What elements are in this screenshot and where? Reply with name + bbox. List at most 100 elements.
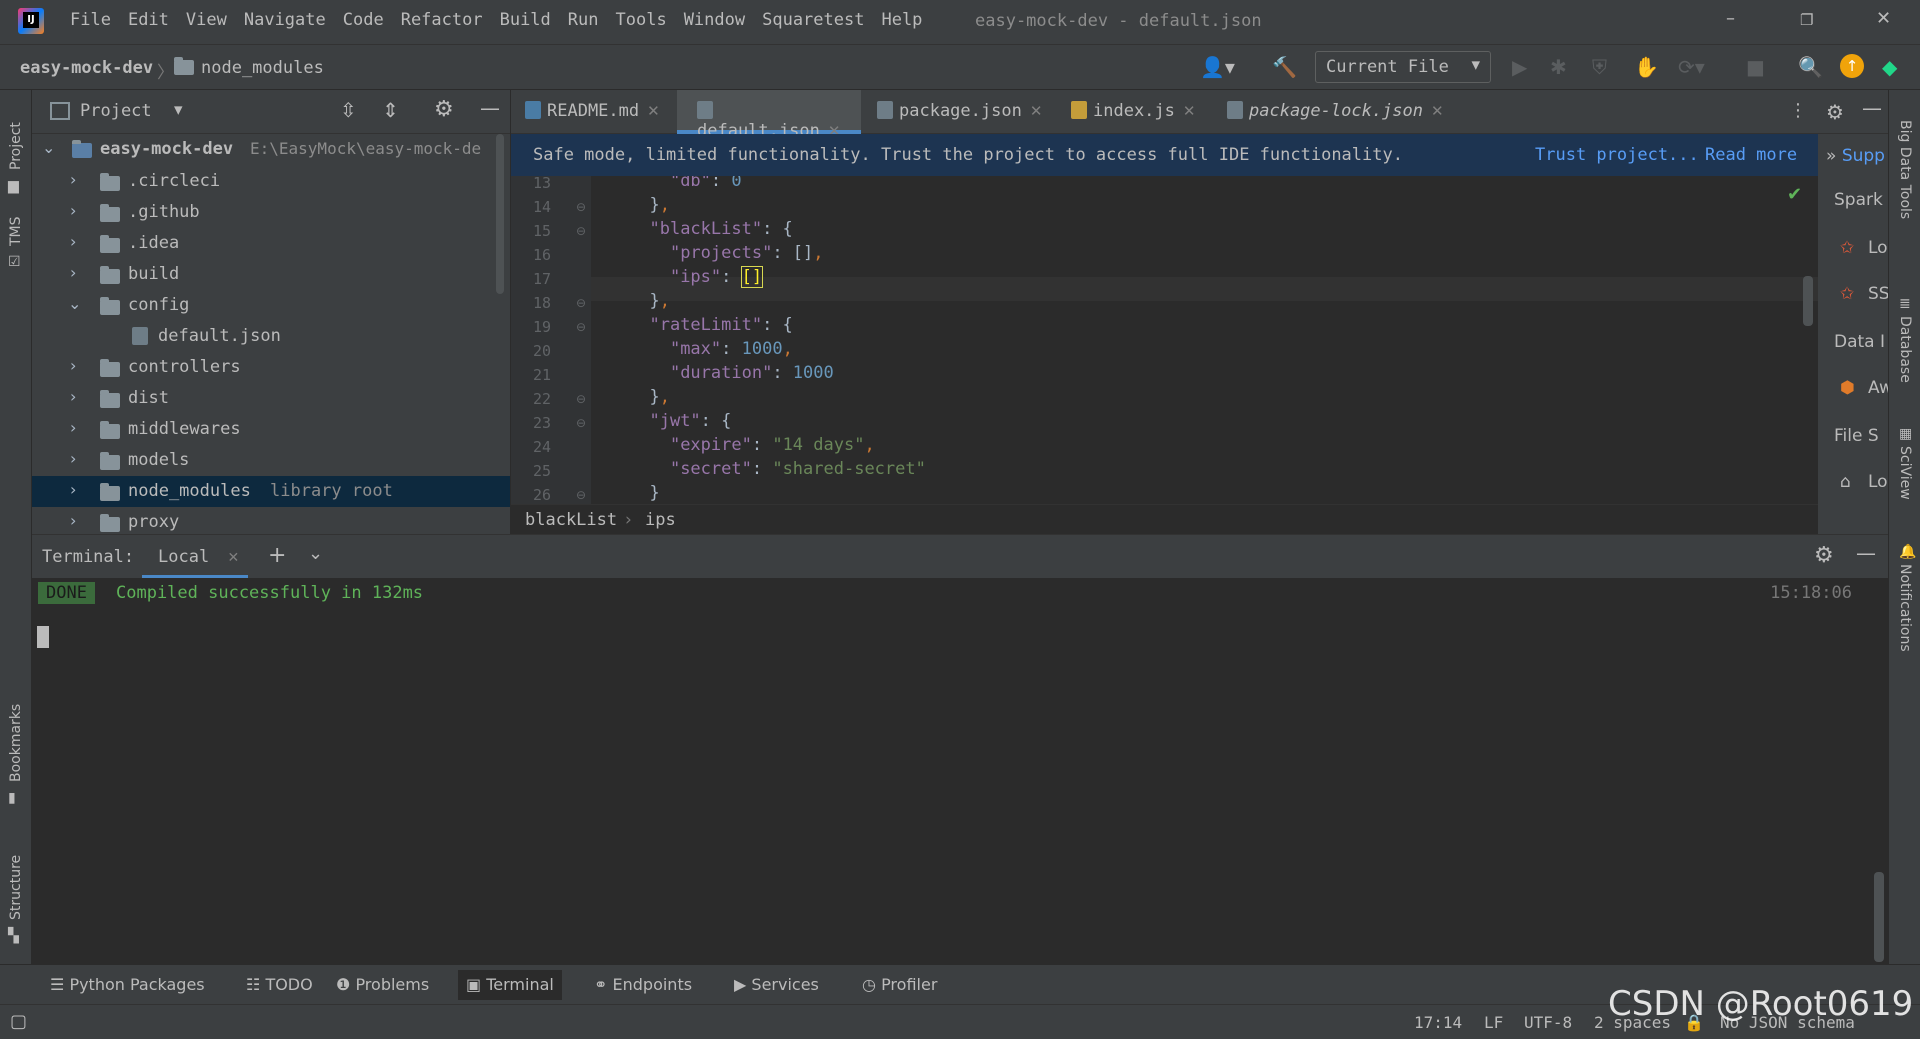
todo-tab[interactable]: ☷ TODO	[246, 975, 313, 994]
expand-all-icon[interactable]: ⇳	[340, 98, 357, 122]
breadcrumb-node-modules[interactable]: node_modules	[201, 58, 324, 78]
endpoints-tab[interactable]: ⚭ Endpoints	[594, 975, 692, 994]
project-scrollbar[interactable]	[496, 134, 504, 294]
coverage-icon[interactable]: ⛨	[1592, 55, 1607, 79]
code-line[interactable]: },	[629, 195, 670, 215]
code-line[interactable]: "rateLimit": {	[629, 315, 792, 335]
file-encoding[interactable]: UTF-8	[1524, 1013, 1572, 1032]
menu-file[interactable]: File	[70, 10, 111, 30]
update-icon[interactable]: ↑	[1840, 54, 1864, 78]
run-configuration-select[interactable]: Current File ▾	[1315, 51, 1491, 83]
build-hammer-icon[interactable]: 🔨	[1272, 55, 1297, 79]
gear-icon[interactable]: ⚙	[434, 97, 454, 122]
tree-item-selected[interactable]: › node_modules library root	[32, 476, 510, 507]
tab-package-json[interactable]: package.json ✕	[877, 90, 1061, 134]
chevron-right-icon[interactable]: ›	[70, 232, 76, 251]
problems-tab[interactable]: ❶ Problems	[336, 975, 429, 994]
code-line[interactable]: "duration": 1000	[629, 363, 834, 383]
breadcrumb-blacklist[interactable]: blackList	[525, 510, 617, 530]
stop-icon[interactable]: ■	[1746, 55, 1765, 79]
tms-tool-button[interactable]: TMS	[8, 216, 24, 246]
breadcrumb-ips[interactable]: ips	[645, 510, 676, 530]
terminal-tab-local[interactable]: Local ✕	[142, 535, 248, 579]
bdt-local-file[interactable]: Lo	[1868, 472, 1888, 492]
menu-build[interactable]: Build	[500, 10, 551, 30]
new-terminal-plus-icon[interactable]: +	[268, 543, 286, 568]
tree-item[interactable]: › models	[32, 445, 510, 476]
minimize-icon[interactable]: –	[1726, 8, 1735, 29]
no-problems-check-icon[interactable]: ✔	[1787, 184, 1802, 205]
fold-marker-icon[interactable]: ⊖	[576, 416, 590, 430]
chevron-right-icon[interactable]: ›	[70, 449, 76, 468]
close-tab-icon[interactable]: ✕	[1183, 102, 1196, 120]
chevron-right-icon[interactable]: ›	[70, 480, 76, 499]
bdt-ss[interactable]: SS	[1868, 284, 1888, 304]
chevron-down-icon[interactable]: ⌄	[308, 543, 323, 564]
tab-default-json[interactable]: default.json ✕	[677, 90, 861, 141]
fold-marker-icon[interactable]: ⊖	[576, 296, 590, 310]
menu-refactor[interactable]: Refactor	[401, 10, 483, 30]
close-tab-icon[interactable]: ✕	[647, 102, 660, 120]
code-line[interactable]: "ips": []	[629, 266, 764, 288]
close-icon[interactable]: ✕	[1876, 8, 1891, 29]
code-line[interactable]: "max": 1000,	[629, 339, 793, 359]
fold-marker-icon[interactable]: ⊖	[576, 392, 590, 406]
tree-item[interactable]: default.json	[32, 321, 510, 352]
code-line[interactable]: "expire": "14 days",	[629, 435, 875, 455]
structure-tool-button[interactable]: Structure	[8, 855, 24, 920]
code-line[interactable]: "jwt": {	[629, 411, 731, 431]
profiler-tab[interactable]: ◷ Profiler	[862, 975, 937, 994]
menu-window[interactable]: Window	[684, 10, 745, 30]
tree-item[interactable]: › .github	[32, 197, 510, 228]
code-line[interactable]: "db": 0	[629, 176, 742, 191]
chevron-right-icon[interactable]: ›	[70, 418, 76, 437]
close-tab-icon[interactable]: ✕	[1030, 102, 1043, 120]
fold-marker-icon[interactable]: ⊖	[576, 200, 590, 214]
read-more-link[interactable]: Read more	[1705, 145, 1797, 165]
menu-tools[interactable]: Tools	[616, 10, 667, 30]
chevron-down-icon[interactable]: ⌄	[42, 138, 55, 157]
terminal-tool-tab[interactable]: ▣ Terminal	[458, 970, 562, 1000]
intellij-logo-icon[interactable]	[18, 8, 44, 34]
menu-help[interactable]: Help	[881, 10, 922, 30]
hide-panel-icon[interactable]: —	[1856, 541, 1876, 565]
bookmarks-tool-button[interactable]: Bookmarks	[8, 704, 24, 782]
project-view-select[interactable]: Project	[80, 101, 152, 121]
collapse-all-icon[interactable]: ⇕	[382, 98, 399, 122]
terminal-scrollbar[interactable]	[1874, 872, 1884, 962]
code-line[interactable]: "projects": [],	[629, 243, 824, 263]
bdt-spark[interactable]: Spark	[1834, 190, 1883, 210]
code-line[interactable]: },	[629, 291, 670, 311]
profile-icon[interactable]: ✋	[1634, 55, 1659, 79]
fold-marker-icon[interactable]: ⊖	[576, 224, 590, 238]
python-packages-tab[interactable]: ☰ Python Packages	[50, 975, 205, 994]
tree-item[interactable]: ⌄ config	[32, 290, 510, 321]
tree-item[interactable]: › .circleci	[32, 166, 510, 197]
breadcrumb-project[interactable]: easy-mock-dev	[20, 58, 153, 78]
bdt-local[interactable]: Lo	[1868, 238, 1888, 258]
more-tabs-icon[interactable]: ⋮	[1789, 100, 1807, 121]
search-icon[interactable]: 🔍	[1798, 55, 1823, 79]
services-tab[interactable]: ▶ Services	[734, 975, 819, 994]
restore-icon[interactable]: ❐	[1800, 11, 1813, 29]
close-tab-icon[interactable]: ✕	[1431, 102, 1444, 120]
code-line[interactable]: "blackList": {	[629, 219, 792, 239]
code-line[interactable]: }	[629, 483, 659, 503]
tree-item[interactable]: › dist	[32, 383, 510, 414]
tree-item[interactable]: › build	[32, 259, 510, 290]
hide-panel-icon[interactable]: —	[1862, 96, 1882, 120]
caret-position[interactable]: 17:14	[1414, 1013, 1462, 1032]
tab-package-lock-json[interactable]: package-lock.json ✕	[1213, 90, 1453, 134]
menu-squaretest[interactable]: Squaretest	[762, 10, 864, 30]
trust-project-link[interactable]: Trust project...	[1535, 145, 1699, 165]
line-separator[interactable]: LF	[1484, 1013, 1503, 1032]
menu-code[interactable]: Code	[343, 10, 384, 30]
support-link[interactable]: » Supp	[1826, 146, 1885, 166]
plugin-logo-icon[interactable]: ◆	[1882, 55, 1897, 79]
code-line[interactable]: },	[629, 387, 670, 407]
chevron-right-icon[interactable]: ›	[70, 387, 76, 406]
toggle-tool-windows-icon[interactable]: ▢	[10, 1011, 27, 1032]
menu-navigate[interactable]: Navigate	[244, 10, 326, 30]
code-line[interactable]: "secret": "shared-secret"	[629, 459, 926, 479]
chevron-right-icon[interactable]: ›	[70, 201, 76, 220]
